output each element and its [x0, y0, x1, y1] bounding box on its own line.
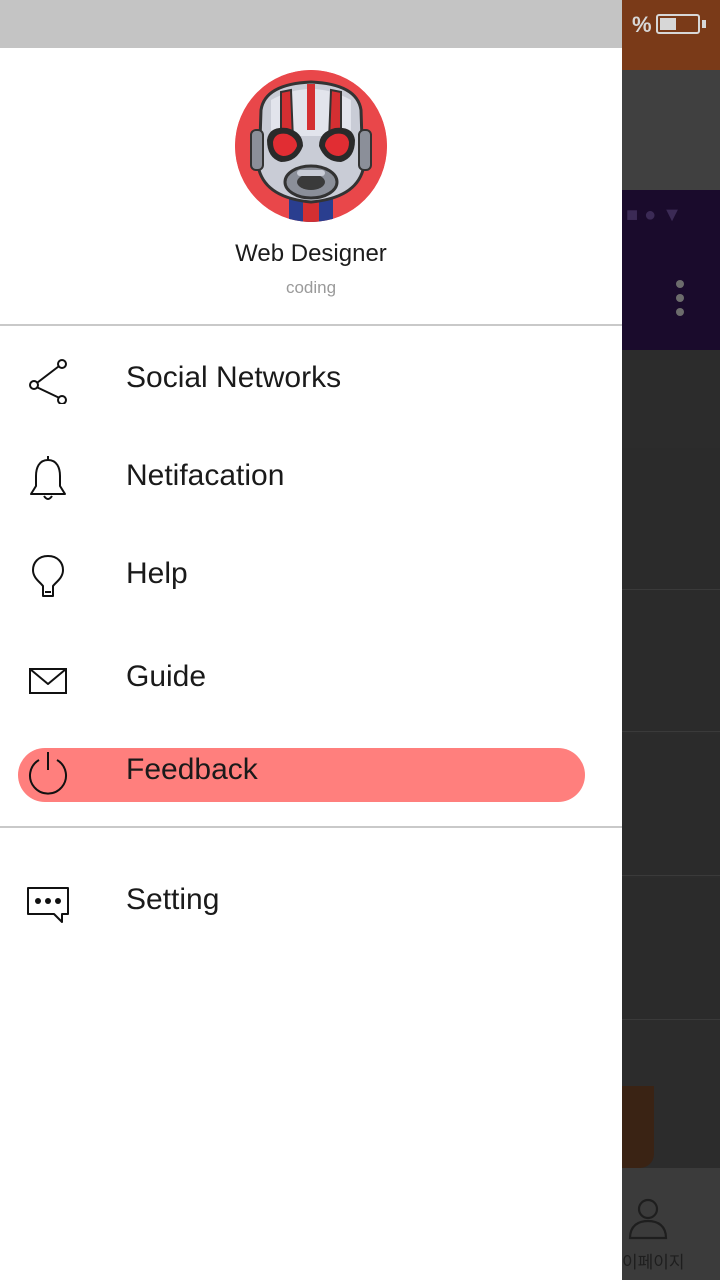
avatar[interactable]: M R L	[235, 70, 387, 222]
profile-header: M R L	[0, 48, 622, 325]
active-highlight	[18, 748, 585, 802]
battery-level-fill	[660, 18, 676, 30]
divider	[0, 324, 622, 326]
user-profile-icon[interactable]	[626, 1196, 670, 1240]
menu-item-help[interactable]: Help	[0, 544, 622, 604]
superhero-helmet-icon: M R L	[235, 70, 387, 222]
battery-percent-text: %	[632, 12, 652, 37]
menu-item-social-networks[interactable]: Social Networks	[0, 348, 622, 408]
profile-role: coding	[285, 278, 337, 297]
bottom-nav-mypage-label[interactable]: 이페이지	[622, 1248, 685, 1273]
battery-tip	[702, 20, 706, 28]
divider	[0, 826, 622, 828]
bell-icon	[30, 456, 66, 500]
menu-item-guide[interactable]: Guide	[0, 647, 622, 707]
menu-item-feedback[interactable]: Feedback	[0, 744, 622, 804]
menu-label-social-networks: Social Networks	[126, 361, 342, 394]
battery-icon	[656, 14, 700, 34]
banner-shapes-icon: ■●▼	[626, 204, 688, 226]
menu-label-guide: Guide	[126, 660, 207, 693]
lightbulb-icon	[32, 555, 64, 597]
menu-label-notification: Netifacation	[126, 459, 285, 492]
menu-label-help: Help	[126, 557, 188, 590]
mail-icon	[29, 668, 67, 694]
menu-item-setting[interactable]: Setting	[0, 870, 622, 930]
navigation-drawer: M R L	[0, 0, 622, 1280]
menu-label-feedback: Feedback	[126, 753, 258, 786]
menu-item-notification[interactable]: Netifacation	[0, 446, 622, 506]
power-icon	[29, 752, 67, 795]
drawer-status-bar	[0, 0, 622, 48]
chat-bubble-icon	[27, 887, 69, 923]
more-vertical-icon[interactable]	[676, 280, 686, 322]
profile-name: Web Designer	[235, 240, 387, 267]
menu-label-setting: Setting	[126, 883, 220, 916]
share-icon	[29, 359, 67, 404]
